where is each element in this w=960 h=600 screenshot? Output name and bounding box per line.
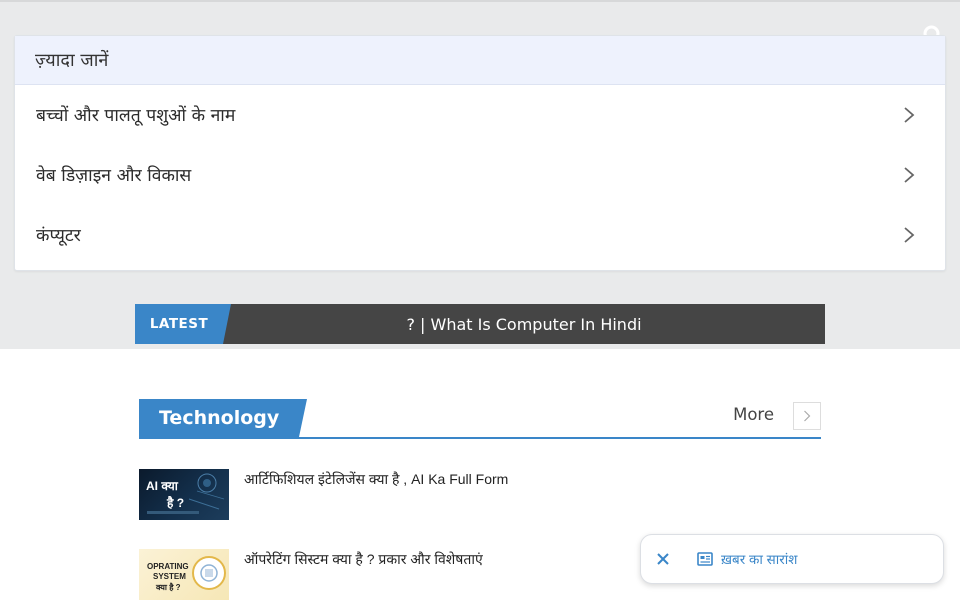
learn-more-item-label: कंप्यूटर [36,226,81,246]
thumb-caption: AI क्या [146,479,178,493]
learn-more-title: ज़्यादा जानें [15,36,945,85]
learn-more-item-computer[interactable]: कंप्यूटर [15,205,945,265]
learn-more-card: ज़्यादा जानें बच्चों और पालतू पशुओं के न… [14,35,946,271]
learn-more-item-label: वेब डिज़ाइन और विकास [36,166,192,186]
top-area: ज़्यादा जानें बच्चों और पालतू पशुओं के न… [0,0,960,349]
section-more-link[interactable]: More [733,405,774,424]
post-item[interactable]: AI क्या है ? आर्टिफिशियल इंटेलिजेंस क्या… [139,469,821,520]
news-summary-toast: ख़बर का सारांश [640,534,944,584]
post-title[interactable]: आर्टिफिशियल इंटेलिजेंस क्या है , AI Ka F… [244,470,508,520]
newspaper-icon [697,552,713,566]
post-title[interactable]: ऑपरेटिंग सिस्टम क्या है ? प्रकार और विशे… [244,550,483,600]
learn-more-item-web-design[interactable]: वेब डिज़ाइन और विकास [15,145,945,205]
section-title[interactable]: Technology [139,399,308,437]
chevron-right-icon [904,167,915,183]
close-icon[interactable] [655,551,671,567]
chevron-right-icon [904,107,915,123]
thumb-caption: OPRATING [147,562,189,571]
ticker-label: LATEST [135,304,231,344]
section-more-button[interactable] [793,402,821,430]
post-thumbnail[interactable]: AI क्या है ? [139,469,229,520]
post-thumbnail[interactable]: OPRATING SYSTEM क्या है ? [139,549,229,600]
latest-ticker: LATEST ? | What Is Computer In Hindi [135,304,825,344]
news-summary-button[interactable]: ख़बर का सारांश [721,550,797,568]
ticker-headline[interactable]: ? | What Is Computer In Hindi [223,304,825,344]
chevron-right-icon [904,227,915,243]
learn-more-item-pet-names[interactable]: बच्चों और पालतू पशुओं के नाम [15,85,945,145]
chevron-right-icon [804,410,811,422]
section-header-technology: Technology More [139,399,821,439]
learn-more-item-label: बच्चों और पालतू पशुओं के नाम [36,106,236,126]
thumb-caption: SYSTEM [153,572,186,581]
thumb-caption: क्या है ? [156,583,181,592]
thumb-caption: है ? [167,496,185,510]
